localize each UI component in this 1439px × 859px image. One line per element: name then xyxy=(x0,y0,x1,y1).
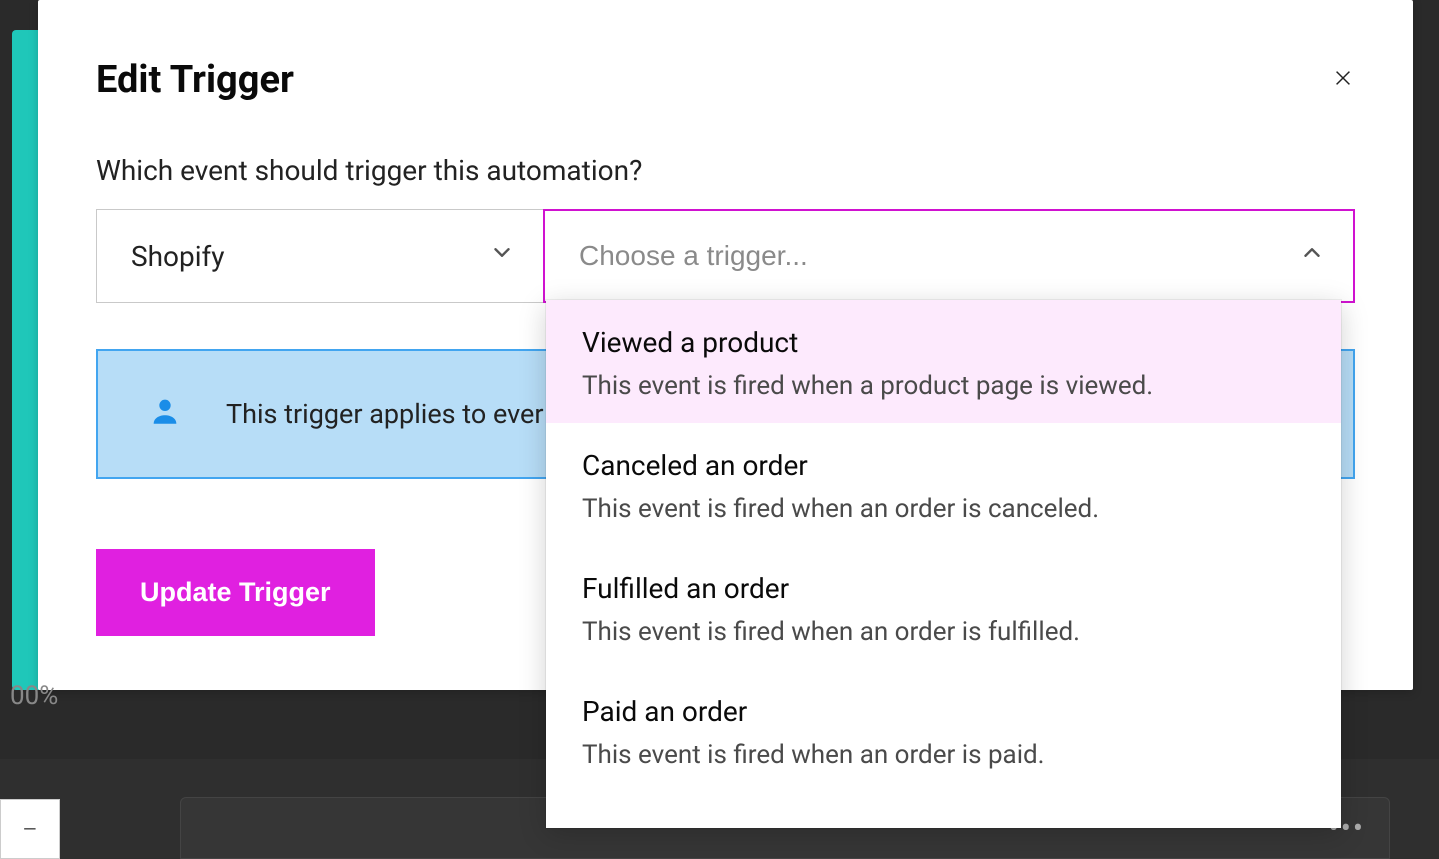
dropdown-option-canceled-order[interactable]: Canceled an order This event is fired wh… xyxy=(546,423,1341,546)
dropdown-option-description: This event is fired when an order is can… xyxy=(582,494,1305,524)
trigger-dropdown[interactable]: Viewed a product This event is fired whe… xyxy=(546,300,1341,828)
zoom-out-button[interactable]: − xyxy=(0,799,60,859)
dropdown-option-title: Paid an order xyxy=(582,695,1305,728)
minus-icon: − xyxy=(22,813,38,846)
trigger-search-input[interactable] xyxy=(579,240,1319,272)
modal-title: Edit Trigger xyxy=(96,58,294,102)
zoom-level-fragment: 00% xyxy=(2,673,66,719)
chevron-up-icon xyxy=(1299,240,1325,273)
close-button[interactable] xyxy=(1331,66,1355,90)
selects-row: Shopify xyxy=(96,209,1355,303)
source-select-value: Shopify xyxy=(131,240,225,273)
dropdown-option-description: This event is fired when a product page … xyxy=(582,371,1305,401)
dropdown-option-title: Fulfilled an order xyxy=(582,572,1305,605)
source-select[interactable]: Shopify xyxy=(96,209,544,303)
dropdown-option-viewed-product[interactable]: Viewed a product This event is fired whe… xyxy=(546,300,1341,423)
info-banner-text: This trigger applies to ever xyxy=(226,398,544,430)
question-label: Which event should trigger this automati… xyxy=(96,154,1355,187)
modal-header: Edit Trigger xyxy=(96,58,1355,102)
dropdown-option-title: Viewed a product xyxy=(582,326,1305,359)
update-trigger-button[interactable]: Update Trigger xyxy=(96,549,375,636)
dropdown-option-title: Canceled an order xyxy=(582,449,1305,482)
dropdown-option-fulfilled-order[interactable]: Fulfilled an order This event is fired w… xyxy=(546,546,1341,669)
person-icon xyxy=(148,394,182,435)
dropdown-option-description: This event is fired when an order is pai… xyxy=(582,740,1305,770)
trigger-select[interactable] xyxy=(543,209,1355,303)
close-icon xyxy=(1332,67,1354,89)
dropdown-option-paid-order[interactable]: Paid an order This event is fired when a… xyxy=(546,669,1341,792)
chevron-down-icon xyxy=(489,240,515,273)
dropdown-option-description: This event is fired when an order is ful… xyxy=(582,617,1305,647)
